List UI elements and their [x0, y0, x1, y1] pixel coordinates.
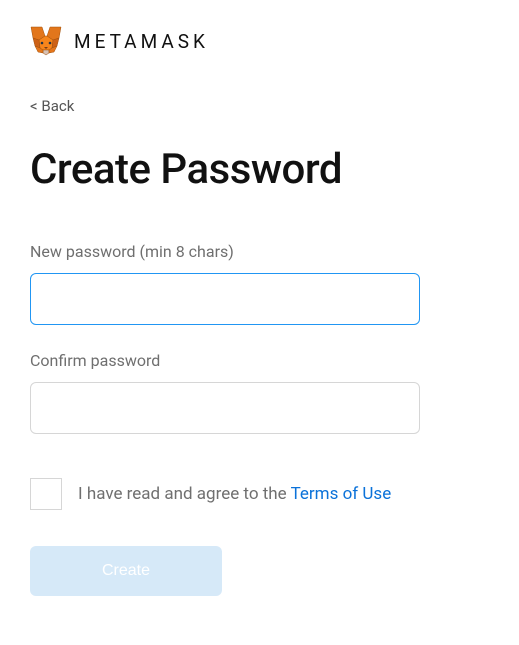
- terms-checkbox[interactable]: [30, 478, 62, 510]
- back-link[interactable]: < Back: [30, 97, 74, 115]
- terms-prefix: I have read and agree to the: [78, 484, 291, 504]
- terms-text: I have read and agree to the Terms of Us…: [78, 484, 391, 504]
- page-title: Create Password: [30, 145, 489, 194]
- metamask-fox-icon: [30, 26, 62, 56]
- confirm-password-label: Confirm password: [30, 351, 489, 370]
- new-password-input[interactable]: [30, 273, 420, 325]
- app-header: METAMASK: [30, 26, 489, 56]
- brand-name: METAMASK: [74, 30, 209, 53]
- new-password-label: New password (min 8 chars): [30, 242, 489, 261]
- terms-row: I have read and agree to the Terms of Us…: [30, 478, 489, 510]
- terms-of-use-link[interactable]: Terms of Use: [291, 484, 392, 504]
- confirm-password-input[interactable]: [30, 382, 420, 434]
- create-button[interactable]: Create: [30, 546, 222, 596]
